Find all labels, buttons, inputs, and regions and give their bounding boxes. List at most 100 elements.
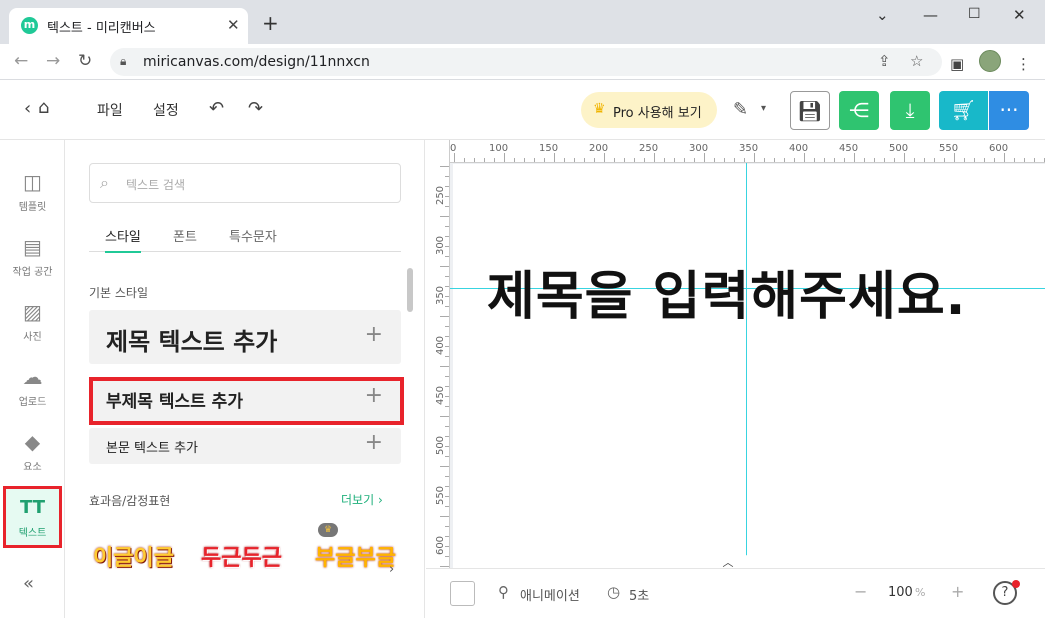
zoom-out-icon[interactable]: − bbox=[854, 582, 867, 601]
ruler-tick bbox=[445, 276, 449, 277]
animation-button[interactable]: 애니메이션 bbox=[520, 585, 580, 604]
redo-icon[interactable]: ↷ bbox=[248, 98, 263, 120]
rail-item-upload[interactable]: ☁ 업로드 bbox=[0, 365, 65, 408]
tab-style[interactable]: 스타일 bbox=[105, 226, 141, 253]
settings-menu[interactable]: 설정 bbox=[153, 100, 179, 120]
file-menu[interactable]: 파일 bbox=[97, 100, 123, 120]
ruler-tick bbox=[445, 226, 449, 227]
ruler-tick bbox=[784, 158, 785, 162]
window-close-icon[interactable]: ✕ bbox=[1013, 6, 1026, 24]
more-link[interactable]: 더보기 › bbox=[341, 491, 383, 508]
reload-icon[interactable]: ↻ bbox=[78, 51, 92, 71]
pen-icon[interactable]: ✎ bbox=[733, 99, 748, 120]
url-field[interactable]: 🔒︎ miricanvas.com/design/11nnxcn ⇪ ☆ bbox=[110, 48, 942, 76]
ruler-tick bbox=[445, 206, 449, 207]
tab-search-chevron-icon[interactable]: ⌄ bbox=[876, 6, 889, 24]
chevron-right-icon[interactable]: › bbox=[389, 562, 394, 577]
more-options-button[interactable]: ··· bbox=[989, 91, 1029, 130]
text-search-input[interactable]: ⌕ 텍스트 검색 bbox=[89, 163, 401, 203]
pro-trial-button[interactable]: ♛ Pro 사용해 보기 bbox=[581, 92, 717, 128]
rail-item-photo[interactable]: ▨ 사진 bbox=[0, 300, 65, 343]
rail-item-template[interactable]: ◫ 템플릿 bbox=[0, 170, 65, 213]
ruler-tick bbox=[984, 158, 985, 162]
ruler-tick bbox=[874, 158, 875, 162]
home-icon[interactable]: ⌂ bbox=[38, 97, 49, 119]
artboard[interactable] bbox=[453, 164, 1045, 568]
ruler-tick bbox=[445, 376, 449, 377]
forward-arrow-icon[interactable]: → bbox=[46, 51, 60, 71]
add-body-text-button[interactable]: 본문 텍스트 추가 + bbox=[89, 428, 401, 464]
canvas-title-text[interactable]: 제목을 입력해주세요. bbox=[487, 254, 966, 329]
back-chevron-icon[interactable]: ‹ bbox=[24, 98, 31, 120]
share-button[interactable]: ⋲ bbox=[839, 91, 879, 130]
maximize-icon[interactable]: ☐ bbox=[968, 6, 981, 22]
ruler-tick bbox=[445, 286, 449, 287]
zoom-in-icon[interactable]: + bbox=[951, 582, 964, 601]
side-panel-icon[interactable]: ▣ bbox=[950, 55, 964, 73]
ruler-tick bbox=[844, 158, 845, 162]
new-tab-icon[interactable]: + bbox=[262, 13, 279, 33]
sticker-item[interactable]: 이글이글 bbox=[93, 540, 174, 572]
ruler-tick bbox=[445, 426, 449, 427]
browser-menu-icon[interactable]: ⋮ bbox=[1016, 55, 1031, 73]
ruler-tick bbox=[744, 158, 745, 162]
duration-button[interactable]: 5초 bbox=[629, 585, 649, 604]
minimize-icon[interactable]: — bbox=[923, 6, 938, 24]
sticker-item[interactable]: 부글부글 bbox=[315, 540, 396, 572]
ruler-tick bbox=[664, 158, 665, 162]
rail-item-text[interactable]: TT 텍스트 bbox=[3, 486, 62, 548]
panel-scrollbar[interactable] bbox=[407, 268, 413, 312]
workspace-icon: ▤ bbox=[23, 235, 42, 259]
ruler-tick bbox=[834, 158, 835, 162]
ruler-tick bbox=[445, 196, 449, 197]
ruler-tick bbox=[804, 153, 805, 162]
ruler-tick bbox=[794, 158, 795, 162]
search-placeholder: 텍스트 검색 bbox=[126, 178, 186, 192]
sticker-item[interactable]: 두근두근 bbox=[201, 540, 282, 572]
lock-icon: 🔒︎ bbox=[120, 54, 127, 68]
ruler-tick bbox=[454, 153, 455, 162]
ruler-tick bbox=[994, 158, 995, 162]
back-arrow-icon[interactable]: ← bbox=[14, 51, 28, 71]
chevron-down-icon[interactable]: ▾ bbox=[761, 103, 766, 114]
background-color-swatch[interactable] bbox=[450, 581, 475, 606]
miricanvas-favicon-icon: m bbox=[21, 17, 38, 34]
tab-special-characters[interactable]: 특수문자 bbox=[229, 226, 277, 245]
download-button[interactable]: ⤓ bbox=[890, 91, 930, 130]
ruler-tick bbox=[474, 158, 475, 162]
ruler-label: 550 bbox=[939, 143, 959, 154]
close-tab-icon[interactable]: ✕ bbox=[227, 16, 240, 34]
undo-icon[interactable]: ↶ bbox=[209, 98, 224, 120]
share-page-icon[interactable]: ⇪ bbox=[878, 52, 891, 70]
ruler-tick bbox=[440, 516, 449, 517]
ruler-label: 100 bbox=[489, 143, 509, 154]
zoom-value[interactable]: 100 bbox=[888, 585, 913, 600]
rail-item-elements[interactable]: ◆ 요소 bbox=[0, 430, 65, 473]
ruler-label: 200 bbox=[589, 143, 609, 154]
ruler-tick bbox=[440, 416, 449, 417]
vertical-guide[interactable] bbox=[746, 163, 747, 568]
text-panel: ⌕ 텍스트 검색 스타일 폰트 특수문자 기본 스타일 제목 텍스트 추가 + … bbox=[65, 140, 425, 618]
bookmark-star-icon[interactable]: ☆ bbox=[910, 52, 923, 70]
ruler-tick bbox=[944, 158, 945, 162]
ruler-tick bbox=[974, 158, 975, 162]
add-title-text-button[interactable]: 제목 텍스트 추가 + bbox=[89, 310, 401, 364]
ruler-tick bbox=[445, 386, 449, 387]
template-icon: ◫ bbox=[23, 170, 42, 194]
floppy-disk-icon: 💾︎ bbox=[797, 99, 823, 123]
collapse-panel-icon[interactable]: « bbox=[23, 573, 34, 594]
tab-font[interactable]: 폰트 bbox=[173, 226, 197, 245]
print-order-button[interactable]: 🛒︎ bbox=[939, 91, 988, 130]
ruler-tick bbox=[614, 158, 615, 162]
save-button[interactable]: 💾︎ bbox=[790, 91, 830, 130]
ruler-tick bbox=[1014, 158, 1015, 162]
expand-pages-icon[interactable]: ︿ bbox=[705, 555, 751, 568]
profile-avatar[interactable] bbox=[979, 50, 1001, 72]
ruler-tick bbox=[464, 158, 465, 162]
ruler-tick bbox=[1034, 158, 1035, 162]
rail-item-workspace[interactable]: ▤ 작업 공간 bbox=[0, 235, 65, 278]
ruler-tick bbox=[514, 158, 515, 162]
ruler-tick bbox=[1024, 158, 1025, 162]
browser-tab[interactable]: m 텍스트 - 미리캔버스 ✕ bbox=[9, 8, 248, 44]
subtitle-highlight-box bbox=[89, 377, 404, 425]
